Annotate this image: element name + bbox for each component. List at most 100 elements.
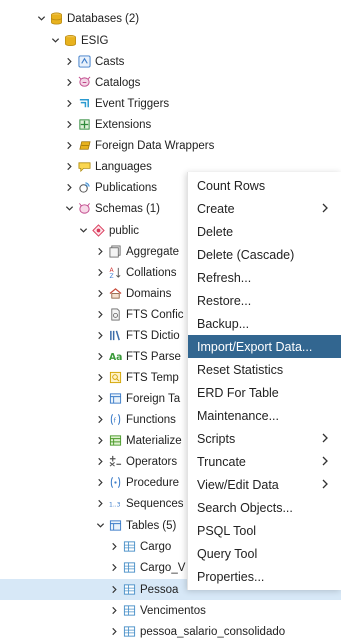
- materialized-views-icon: [108, 434, 122, 448]
- tree-row-databases[interactable]: Databases (2): [0, 8, 341, 29]
- chevron-right-icon[interactable]: [64, 56, 74, 68]
- catalogs-icon: [77, 76, 91, 90]
- menu-item-label: Delete: [197, 224, 234, 239]
- menu-item-view-edit-data[interactable]: View/Edit Data: [188, 473, 341, 496]
- menu-item-backup[interactable]: Backup...: [188, 312, 341, 335]
- chevron-down-icon[interactable]: [95, 520, 105, 532]
- menu-item-label: Import/Export Data...: [197, 339, 313, 354]
- menu-item-delete-cascade[interactable]: Delete (Cascade): [188, 243, 341, 266]
- tree-row-label: Collations: [126, 266, 177, 279]
- chevron-right-icon[interactable]: [95, 498, 105, 510]
- tree-row-label: FTS Temp: [126, 371, 179, 384]
- tree-row-table-pessoa-salario-consolidado[interactable]: pessoa_salario_consolidado: [0, 621, 341, 642]
- chevron-right-icon[interactable]: [95, 267, 105, 279]
- chevron-right-icon[interactable]: [109, 626, 119, 638]
- menu-item-scripts[interactable]: Scripts: [188, 427, 341, 450]
- chevron-right-icon[interactable]: [64, 140, 74, 152]
- menu-item-label: Maintenance...: [197, 408, 279, 423]
- tree-row-casts[interactable]: Casts: [0, 51, 341, 72]
- chevron-down-icon[interactable]: [78, 225, 88, 237]
- menu-item-properties[interactable]: Properties...: [188, 565, 341, 588]
- chevron-right-icon[interactable]: [95, 456, 105, 468]
- tree-row-label: Casts: [95, 55, 125, 68]
- chevron-right-icon[interactable]: [64, 161, 74, 173]
- database-icon: [63, 34, 77, 48]
- tree-row-label: FTS Confic: [126, 308, 184, 321]
- chevron-down-icon[interactable]: [64, 203, 74, 215]
- tree-row-label: Pessoa: [140, 583, 179, 596]
- chevron-right-icon[interactable]: [95, 372, 105, 384]
- menu-item-search-objects[interactable]: Search Objects...: [188, 496, 341, 519]
- menu-item-create[interactable]: Create: [188, 197, 341, 220]
- chevron-right-icon[interactable]: [109, 541, 119, 553]
- tables-icon: [108, 519, 122, 533]
- menu-item-label: Restore...: [197, 293, 252, 308]
- chevron-right-icon[interactable]: [64, 119, 74, 131]
- menu-item-query-tool[interactable]: Query Tool: [188, 542, 341, 565]
- tree-row-count: (1): [145, 202, 160, 215]
- chevron-right-icon[interactable]: [95, 288, 105, 300]
- chevron-right-icon[interactable]: [95, 393, 105, 405]
- extensions-icon: [77, 118, 91, 132]
- publications-icon: [77, 181, 91, 195]
- table-icon: [122, 583, 136, 597]
- chevron-right-icon[interactable]: [95, 435, 105, 447]
- chevron-right-icon[interactable]: [64, 182, 74, 194]
- submenu-arrow-icon: [319, 202, 331, 214]
- table-icon: [122, 540, 136, 554]
- menu-item-refresh[interactable]: Refresh...: [188, 266, 341, 289]
- menu-item-truncate[interactable]: Truncate: [188, 450, 341, 473]
- databases-icon: [49, 12, 63, 26]
- tree-row-event-triggers[interactable]: Event Triggers: [0, 93, 341, 114]
- tree-row-extensions[interactable]: Extensions: [0, 114, 341, 135]
- chevron-right-icon[interactable]: [95, 330, 105, 342]
- tree-row-foreign-data-wrappers[interactable]: Foreign Data Wrappers: [0, 135, 341, 156]
- tree-row-label: Databases: [67, 12, 122, 25]
- chevron-right-icon[interactable]: [95, 414, 105, 426]
- menu-item-delete[interactable]: Delete: [188, 220, 341, 243]
- operators-icon: [108, 455, 122, 469]
- tree-row-label: ESIG: [81, 34, 109, 47]
- foreign-data-wrappers-icon: [77, 139, 91, 153]
- collations-icon: AZ: [108, 266, 122, 280]
- tree-row-label: Sequences: [126, 497, 184, 510]
- tree-row-catalogs[interactable]: Catalogs: [0, 72, 341, 93]
- menu-item-count-rows[interactable]: Count Rows: [188, 174, 341, 197]
- tree-row-label: Foreign Ta: [126, 392, 181, 405]
- chevron-right-icon[interactable]: [95, 309, 105, 321]
- tree-row-table-vencimentos[interactable]: Vencimentos: [0, 600, 341, 621]
- chevron-down-icon[interactable]: [50, 35, 60, 47]
- table-icon: [122, 604, 136, 618]
- menu-item-label: Delete (Cascade): [197, 247, 295, 262]
- menu-item-reset-statistics[interactable]: Reset Statistics: [188, 358, 341, 381]
- chevron-right-icon[interactable]: [64, 98, 74, 110]
- casts-icon: [77, 55, 91, 69]
- chevron-right-icon[interactable]: [95, 477, 105, 489]
- menu-item-maintenance[interactable]: Maintenance...: [188, 404, 341, 427]
- svg-text:Aa: Aa: [109, 352, 122, 363]
- menu-item-import-export-data[interactable]: Import/Export Data...: [188, 335, 341, 358]
- chevron-right-icon[interactable]: [109, 605, 119, 617]
- tree-row-label: Publications: [95, 181, 158, 194]
- procedures-icon: [108, 476, 122, 490]
- menu-item-label: Create: [197, 201, 235, 216]
- tree-row-label: Languages: [95, 160, 152, 173]
- menu-item-psql-tool[interactable]: PSQL Tool: [188, 519, 341, 542]
- chevron-right-icon[interactable]: [109, 562, 119, 574]
- svg-text:f: f: [113, 416, 116, 424]
- menu-item-label: Count Rows: [197, 178, 266, 193]
- chevron-right-icon[interactable]: [95, 351, 105, 363]
- chevron-down-icon[interactable]: [36, 13, 46, 25]
- submenu-arrow-icon: [319, 478, 331, 490]
- tree-row-label: Procedure: [126, 476, 180, 489]
- menu-item-erd-for-table[interactable]: ERD For Table: [188, 381, 341, 404]
- submenu-arrow-icon: [319, 432, 331, 444]
- tree-row-label: FTS Parse: [126, 350, 181, 363]
- fts-dictionaries-icon: [108, 329, 122, 343]
- chevron-right-icon[interactable]: [95, 246, 105, 258]
- chevron-right-icon[interactable]: [109, 584, 119, 596]
- tree-row-esig[interactable]: ESIG: [0, 30, 341, 51]
- tree-row-label: Functions: [126, 413, 176, 426]
- menu-item-restore[interactable]: Restore...: [188, 289, 341, 312]
- chevron-right-icon[interactable]: [64, 77, 74, 89]
